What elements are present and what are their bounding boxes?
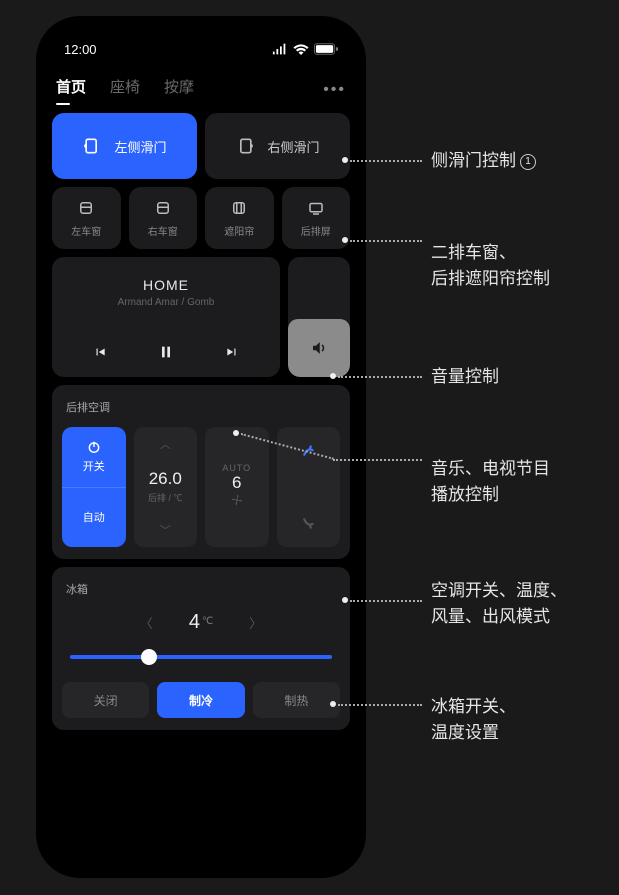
right-door-label: 右侧滑门: [267, 137, 319, 156]
tab-massage[interactable]: 按摩: [164, 76, 194, 103]
tab-home[interactable]: 首页: [56, 76, 86, 103]
tabs: 首页 座椅 按摩 •••: [52, 62, 350, 113]
window-icon: [154, 199, 172, 217]
ac-section: 后排空调 开关 自动 ︿ 26.0 后排 / ℃ ﹀: [52, 385, 350, 559]
sunshade-icon: [230, 199, 248, 217]
pause-icon: [158, 344, 174, 360]
fridge-temp-value: 4: [189, 611, 200, 633]
volume-button[interactable]: [288, 319, 350, 377]
window-icon: [77, 199, 95, 217]
prev-button[interactable]: [93, 345, 107, 362]
status-bar: 12:00: [52, 32, 350, 62]
music-card: HOME Armand Amar / Gomb: [52, 257, 280, 377]
phone-frame: 12:00 首页 座椅 按摩 ••• 左侧滑门 右侧滑门 左车窗: [36, 16, 366, 878]
slider-thumb[interactable]: [141, 649, 157, 665]
speaker-icon: [310, 339, 328, 357]
fridge-off-button[interactable]: 关闭: [62, 682, 149, 718]
right-door-button[interactable]: 右侧滑门: [205, 113, 350, 179]
chevron-down-icon[interactable]: ﹀: [160, 522, 171, 538]
annotation-5: 空调开关、温度、 风量、出风模式: [431, 578, 567, 631]
left-door-label: 左侧滑门: [114, 137, 166, 156]
annotation-6: 冰箱开关、 温度设置: [431, 694, 516, 747]
power-icon: [87, 440, 101, 454]
chevron-up-icon[interactable]: ︿: [160, 436, 171, 452]
fridge-heat-button[interactable]: 制热: [253, 682, 340, 718]
prev-icon: [93, 345, 107, 359]
next-button[interactable]: [225, 345, 239, 362]
fridge-title: 冰箱: [62, 581, 340, 597]
signal-icon: [272, 43, 288, 55]
chevron-left-icon[interactable]: 〈: [140, 613, 153, 632]
door-icon: [235, 136, 255, 156]
sunshade-button[interactable]: 遮阳帘: [205, 187, 274, 249]
left-door-button[interactable]: 左侧滑门: [52, 113, 197, 179]
next-icon: [225, 345, 239, 359]
music-title: HOME: [68, 277, 264, 293]
fan-icon: [230, 493, 244, 507]
volume-card[interactable]: [288, 257, 350, 377]
ac-temp[interactable]: ︿ 26.0 后排 / ℃ ﹀: [134, 427, 198, 547]
annotation-3: 音量控制: [431, 364, 499, 390]
pause-button[interactable]: [158, 344, 174, 363]
tab-more[interactable]: •••: [323, 81, 346, 99]
annotation-1: 侧滑门控制1: [431, 148, 536, 174]
wifi-icon: [293, 43, 309, 55]
screen-icon: [307, 199, 325, 217]
ac-switch[interactable]: 开关 自动: [62, 427, 126, 547]
tab-seat[interactable]: 座椅: [110, 76, 140, 103]
door-icon: [82, 136, 102, 156]
left-window-button[interactable]: 左车窗: [52, 187, 121, 249]
rear-screen-button[interactable]: 后排屏: [282, 187, 351, 249]
status-time: 12:00: [64, 42, 97, 57]
annotation-2: 二排车窗、 后排遮阳帘控制: [431, 240, 550, 293]
status-icons: [272, 43, 338, 55]
battery-icon: [314, 43, 338, 55]
ac-fan[interactable]: ︿ AUTO 6 ﹀: [205, 427, 269, 547]
music-artist: Armand Amar / Gomb: [68, 297, 264, 308]
annotation-4: 音乐、电视节目 播放控制: [431, 456, 550, 509]
chevron-right-icon[interactable]: 〉: [249, 613, 262, 632]
fridge-cool-button[interactable]: 制冷: [157, 682, 244, 718]
ac-title: 后排空调: [62, 399, 340, 415]
fridge-slider[interactable]: [70, 650, 332, 664]
right-window-button[interactable]: 右车窗: [129, 187, 198, 249]
airflow-down-icon: [297, 512, 319, 534]
fridge-section: 冰箱 〈 4℃ 〉 关闭 制冷 制热: [52, 567, 350, 730]
